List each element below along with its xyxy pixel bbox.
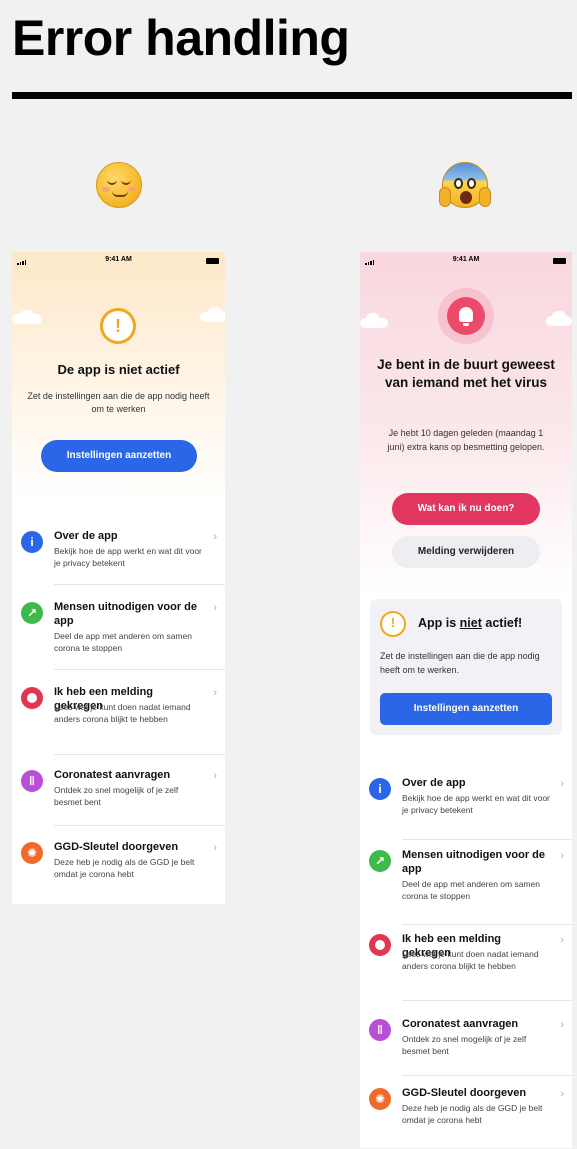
- menu-item-desc: Deze heb je nodig als de GGD je belt omd…: [54, 857, 195, 879]
- menu-item-title: Mensen uitnodigen voor de app: [54, 601, 198, 627]
- chevron-right-icon: ›: [213, 531, 217, 543]
- notification-icon: [369, 934, 391, 956]
- notification-icon: [21, 687, 43, 709]
- menu-item-ggd-key[interactable]: ✺ GGD-Sleutel doorgeven Deze heb je nodi…: [360, 1086, 572, 1146]
- info-icon: i: [21, 531, 43, 553]
- chevron-right-icon: ›: [560, 1019, 564, 1031]
- menu-item-desc: Bekijk hoe de app werkt en wat dit voor …: [54, 546, 202, 568]
- page-title: Error handling: [12, 10, 350, 66]
- menu-item-title: Mensen uitnodigen voor de app: [402, 849, 546, 875]
- what-can-i-do-button[interactable]: Wat kan ik nu doen?: [392, 493, 540, 525]
- menu-item-title: GGD-Sleutel doorgeven: [402, 1087, 527, 1099]
- test-tube-icon: ‖: [369, 1019, 391, 1041]
- share-icon: ↗: [369, 850, 391, 872]
- screaming-face-icon: [439, 162, 491, 208]
- status-bar: 9:41 AM: [360, 256, 572, 268]
- battery-icon: [553, 258, 566, 264]
- status-bar: 9:41 AM: [12, 256, 225, 268]
- menu-item-desc: Deze heb je nodig als de GGD je belt omd…: [402, 1103, 543, 1125]
- menu-item-ggd-key[interactable]: ✺ GGD-Sleutel doorgeven Deze heb je nodi…: [12, 840, 225, 900]
- menu-item-title: Coronatest aanvragen: [402, 1018, 519, 1030]
- share-icon: ↗: [21, 602, 43, 624]
- menu-item-notification[interactable]: Ik heb een melding gekregen Lees wat je …: [12, 685, 225, 765]
- status-time: 9:41 AM: [452, 256, 480, 263]
- menu-item-title: Over de app: [54, 530, 118, 542]
- menu-item-invite[interactable]: ↗ Mensen uitnodigen voor de app Deel de …: [360, 848, 572, 928]
- phone-screen-right: 9:41 AM Je bent in de buurt geweest van …: [360, 252, 572, 1148]
- card-enable-settings-button[interactable]: Instellingen aanzetten: [380, 693, 552, 725]
- menu-item-notification[interactable]: Ik heb een melding gekregen Lees wat je …: [360, 932, 572, 1012]
- enable-settings-button[interactable]: Instellingen aanzetten: [41, 440, 197, 472]
- warning-icon: !: [380, 611, 406, 637]
- app-inactive-card: ! App is niet actief! Zet de instellinge…: [370, 599, 562, 735]
- test-tube-icon: ‖: [21, 770, 43, 792]
- menu-item-desc: Deel de app met anderen om samen corona …: [54, 631, 192, 653]
- notification-bell-icon: [438, 288, 494, 344]
- virus-icon: ✺: [369, 1088, 391, 1110]
- chevron-right-icon: ›: [213, 687, 217, 699]
- hero-title: De app is niet actief: [57, 362, 180, 377]
- chevron-right-icon: ›: [560, 1088, 564, 1100]
- remove-notification-button[interactable]: Melding verwijderen: [392, 536, 540, 568]
- chevron-right-icon: ›: [560, 850, 564, 862]
- chevron-right-icon: ›: [213, 770, 217, 782]
- virus-icon: ✺: [21, 842, 43, 864]
- phone-screen-left: 9:41 AM ! De app is niet actief Zet de i…: [12, 252, 225, 904]
- menu-item-title: Over de app: [402, 777, 466, 789]
- menu-item-title: GGD-Sleutel doorgeven: [54, 841, 179, 853]
- relieved-face-icon: [96, 162, 142, 208]
- card-title: App is niet actief!: [418, 616, 523, 630]
- chevron-right-icon: ›: [213, 842, 217, 854]
- status-time: 9:41 AM: [105, 256, 132, 263]
- chevron-right-icon: ›: [560, 778, 564, 790]
- hero-title: Je bent in de buurt geweest van iemand m…: [377, 357, 555, 390]
- battery-icon: [206, 258, 219, 264]
- menu-item-about[interactable]: i Over de app Bekijk hoe de app werkt en…: [12, 529, 225, 597]
- menu-item-desc: Lees wat je kunt doen nadat iemand ander…: [54, 702, 191, 724]
- menu-item-title: Coronatest aanvragen: [54, 769, 171, 781]
- menu-item-desc: Lees wat je kunt doen nadat iemand ander…: [402, 949, 539, 971]
- chevron-right-icon: ›: [560, 934, 564, 946]
- menu-item-invite[interactable]: ↗ Mensen uitnodigen voor de app Deel de …: [12, 600, 225, 680]
- hero-text: Zet de instellingen aan die de app nodig…: [27, 391, 210, 414]
- warning-icon: !: [100, 308, 136, 344]
- chevron-right-icon: ›: [213, 602, 217, 614]
- menu-item-test[interactable]: ‖ Coronatest aanvragen Ontdek zo snel mo…: [360, 1017, 572, 1087]
- menu-item-test[interactable]: ‖ Coronatest aanvragen Ontdek zo snel mo…: [12, 768, 225, 838]
- title-divider: [12, 92, 572, 99]
- menu-item-desc: Ontdek zo snel mogelijk of je zelf besme…: [402, 1034, 527, 1056]
- menu-item-about[interactable]: i Over de app Bekijk hoe de app werkt en…: [360, 776, 572, 844]
- menu-item-desc: Bekijk hoe de app werkt en wat dit voor …: [402, 793, 550, 815]
- card-text: Zet de instellingen aan die de app nodig…: [380, 651, 540, 675]
- info-icon: i: [369, 778, 391, 800]
- menu-item-desc: Deel de app met anderen om samen corona …: [402, 879, 540, 901]
- hero-text: Je hebt 10 dagen geleden (maandag 1 juni…: [387, 428, 545, 452]
- menu-item-desc: Ontdek zo snel mogelijk of je zelf besme…: [54, 785, 179, 807]
